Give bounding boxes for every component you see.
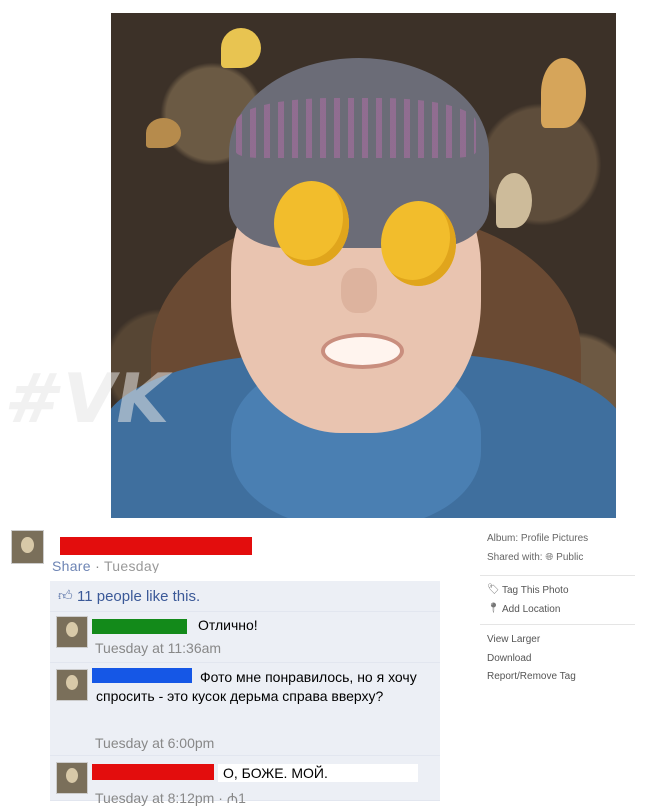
background-leaf — [496, 173, 532, 228]
comment-avatar[interactable] — [56, 669, 88, 701]
privacy-info: Shared with: 🌐︎ Public — [487, 552, 583, 563]
background-leaf — [541, 58, 586, 128]
album-link[interactable]: Profile Pictures — [521, 533, 588, 544]
divider — [480, 575, 635, 576]
view-larger-link[interactable]: View Larger — [487, 634, 540, 645]
share-link[interactable]: Share — [52, 558, 91, 573]
comment: О, БОЖЕ. МОЙ. Tuesday at 8:12pm · ₼1 — [50, 756, 440, 806]
comment-time[interactable]: Tuesday at 6:00pm — [95, 735, 214, 751]
comment-time[interactable]: Tuesday at 8:12pm · ₼1 — [95, 789, 246, 808]
album-label: Album: — [487, 533, 519, 544]
add-location-link[interactable]: Add Location — [502, 604, 560, 615]
watermark: #VK — [0, 360, 176, 439]
redacted-commenter-name — [92, 764, 214, 780]
comment-time[interactable]: Tuesday at 11:36am — [95, 640, 221, 656]
eye-leaf-right — [381, 201, 456, 286]
report-remove-tag-link[interactable]: Report/Remove Tag — [487, 671, 576, 682]
redacted-author-name — [60, 537, 252, 555]
comment-text: О, БОЖЕ. МОЙ. — [223, 765, 328, 781]
globe-icon: 🌐︎ — [545, 552, 554, 563]
post-author-avatar[interactable] — [11, 530, 44, 564]
location-pin-icon: 📍︎ — [487, 603, 500, 614]
comment-avatar[interactable] — [56, 616, 88, 648]
album-info: Album: Profile Pictures — [487, 533, 588, 544]
privacy-value[interactable]: Public — [556, 552, 583, 563]
background-leaf — [221, 28, 261, 68]
tag-icon: 🏷︎ — [487, 584, 500, 595]
divider — [480, 624, 635, 625]
tag-photo-link[interactable]: Tag This Photo — [502, 585, 569, 596]
download-link[interactable]: Download — [487, 653, 531, 664]
separator: · — [95, 558, 101, 573]
likes-bar: 👍︎ 11 people like this. — [50, 581, 440, 612]
background-leaf — [146, 118, 181, 148]
likes-count[interactable]: 11 people like this. — [77, 588, 200, 605]
comment: Отлично! Tuesday at 11:36am — [50, 612, 440, 663]
hat-pattern — [236, 98, 476, 158]
comment-text: Отлично! — [198, 617, 258, 633]
profile-photo[interactable] — [111, 13, 616, 518]
post-share-line: Share · Tuesday — [52, 555, 159, 573]
redacted-commenter-name — [92, 619, 187, 634]
comment-text: Фото мне понравилось, но я хочу спросить… — [96, 669, 417, 704]
like-icon: 👍︎ — [58, 587, 73, 603]
comment: Фото мне понравилось, но я хочу спросить… — [50, 663, 440, 756]
post-time[interactable]: Tuesday — [104, 558, 159, 573]
comment-avatar[interactable] — [56, 762, 88, 794]
nose — [341, 268, 377, 313]
mouth — [321, 333, 404, 369]
shared-label: Shared with: — [487, 552, 543, 563]
eye-leaf-left — [274, 181, 349, 266]
